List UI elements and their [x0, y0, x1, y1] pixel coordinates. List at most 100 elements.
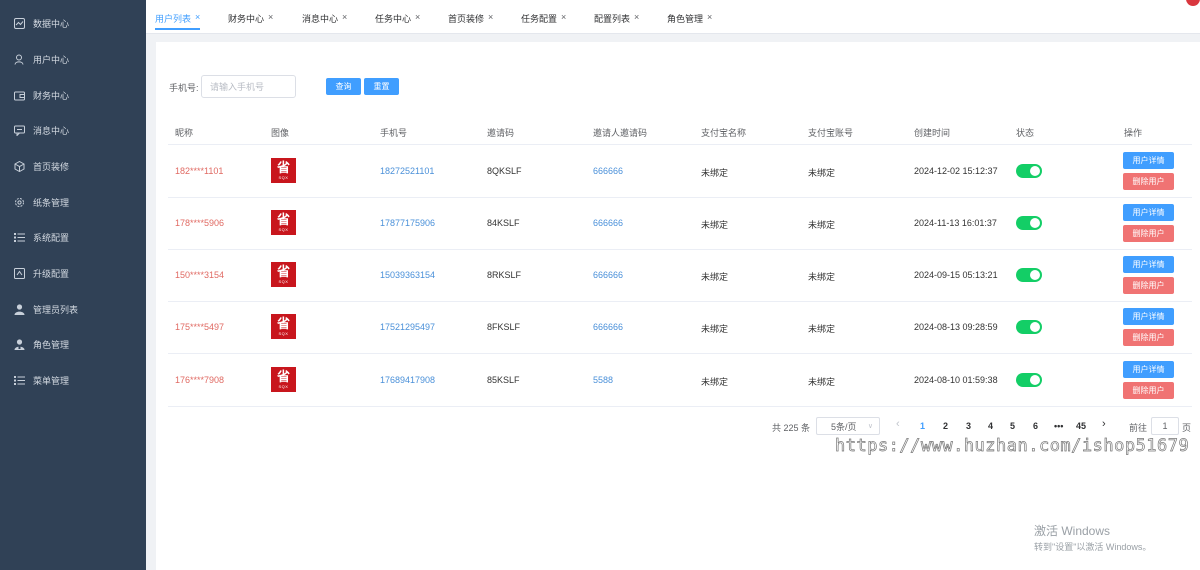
sidebar-item-4[interactable]: 首页装修	[0, 151, 146, 181]
user-detail-button[interactable]: 用户详情	[1123, 361, 1174, 378]
status-toggle[interactable]	[1016, 373, 1042, 387]
phone-link[interactable]: 17689417908	[380, 375, 435, 385]
phone-link[interactable]: 17521295497	[380, 322, 435, 332]
phone-link[interactable]: 15039363154	[380, 270, 435, 280]
alipay-name-cell: 未绑定	[701, 324, 729, 334]
reset-button[interactable]: 重置	[364, 78, 399, 95]
close-icon[interactable]: ×	[195, 12, 200, 22]
phone-filter-label: 手机号:	[169, 83, 199, 93]
tab-label: 消息中心	[302, 14, 339, 24]
tab-7[interactable]: 角色管理 ×	[667, 12, 712, 30]
page-size-value: 5条/页	[831, 421, 857, 432]
notification-dot[interactable]	[1186, 0, 1200, 6]
avatar-glyph: 省	[276, 212, 290, 228]
delete-user-button[interactable]: 删除用户	[1123, 329, 1174, 346]
status-toggle[interactable]	[1016, 268, 1042, 282]
page-number[interactable]: 3	[966, 421, 971, 431]
prev-page-button[interactable]: ‹	[896, 418, 900, 430]
sidebar-item-label: 首页装修	[33, 161, 70, 172]
user-detail-button[interactable]: 用户详情	[1123, 308, 1174, 325]
sidebar-item-9[interactable]: 角色管理	[0, 329, 146, 359]
avatar-caption: SQX	[278, 174, 289, 180]
page-number[interactable]: 6	[1033, 421, 1038, 431]
phone-search-input[interactable]	[201, 75, 296, 98]
phone-link[interactable]: 17877175906	[380, 218, 435, 228]
user-detail-button[interactable]: 用户详情	[1123, 256, 1174, 273]
delete-user-button[interactable]: 删除用户	[1123, 382, 1174, 399]
column-header: 创建时间	[914, 128, 951, 138]
row-divider	[168, 249, 1192, 250]
tab-label: 角色管理	[667, 14, 704, 24]
list-icon	[14, 232, 25, 243]
close-icon[interactable]: ×	[342, 12, 347, 22]
invite-code-cell: 85KSLF	[487, 375, 520, 385]
delete-user-button[interactable]: 删除用户	[1123, 173, 1174, 190]
page-number[interactable]: 1	[920, 421, 925, 431]
column-header: 邀请码	[487, 128, 515, 138]
status-toggle[interactable]	[1016, 164, 1042, 178]
main-panel	[156, 42, 1200, 570]
next-page-button[interactable]: ›	[1102, 418, 1106, 430]
inviter-code-link[interactable]: 5588	[593, 375, 613, 385]
search-button[interactable]: 查询	[326, 78, 361, 95]
inviter-code-link[interactable]: 666666	[593, 270, 623, 280]
status-toggle[interactable]	[1016, 216, 1042, 230]
sidebar-item-10[interactable]: 菜单管理	[0, 365, 146, 395]
sidebar-item-label: 纸条管理	[33, 197, 70, 208]
close-icon[interactable]: ×	[561, 12, 566, 22]
goto-page-input[interactable]	[1151, 417, 1179, 435]
tab-3[interactable]: 任务中心 ×	[375, 12, 420, 30]
tab-6[interactable]: 配置列表 ×	[594, 12, 639, 30]
page-size-select[interactable]: 5条/页 ∨	[816, 417, 880, 435]
sidebar-item-8[interactable]: 管理员列表	[0, 294, 146, 324]
chart-icon	[14, 17, 25, 29]
page-number[interactable]: 5	[1010, 421, 1015, 431]
avatar-caption: SQX	[278, 383, 289, 389]
sidebar-item-3[interactable]: 消息中心	[0, 115, 146, 145]
close-icon[interactable]: ×	[488, 12, 493, 22]
sidebar-item-7[interactable]: 升级配置	[0, 258, 146, 288]
column-header: 昵称	[175, 128, 194, 138]
sidebar-item-0[interactable]: 数据中心	[0, 8, 146, 38]
inviter-code-link[interactable]: 666666	[593, 166, 623, 176]
close-icon[interactable]: ×	[268, 12, 273, 22]
user-detail-button[interactable]: 用户详情	[1123, 152, 1174, 169]
inviter-code-link[interactable]: 666666	[593, 218, 623, 228]
sidebar-item-5[interactable]: 纸条管理	[0, 187, 146, 217]
phone-link[interactable]: 18272521101	[380, 166, 434, 176]
tab-0[interactable]: 用户列表 ×	[155, 12, 201, 30]
delete-user-button[interactable]: 删除用户	[1123, 277, 1174, 294]
tab-2[interactable]: 消息中心 ×	[302, 12, 347, 30]
sidebar-item-2[interactable]: 财务中心	[0, 80, 146, 110]
avatar-caption: SQX	[278, 330, 289, 336]
sidebar-item-6[interactable]: 系统配置	[0, 222, 146, 252]
invite-code-cell: 84KSLF	[487, 218, 520, 228]
close-icon[interactable]: ×	[415, 12, 420, 22]
row-divider	[168, 301, 1192, 302]
avatar: 省 SQX	[271, 314, 296, 339]
close-icon[interactable]: ×	[634, 12, 639, 22]
nickname-cell: 182****1101	[175, 166, 224, 176]
sidebar-item-1[interactable]: 用户中心	[0, 44, 146, 74]
nickname-cell: 176****7908	[175, 375, 225, 385]
status-toggle[interactable]	[1016, 320, 1042, 334]
sidebar-item-label: 用户中心	[33, 54, 70, 65]
page-number[interactable]: 4	[988, 421, 993, 431]
alipay-name-cell: 未绑定	[701, 168, 729, 178]
created-time-cell: 2024-08-10 01:59:38	[914, 375, 998, 385]
page-number[interactable]: 2	[943, 421, 948, 431]
pagination-total: 共 225 条	[772, 423, 811, 433]
close-icon[interactable]: ×	[707, 12, 712, 22]
tab-5[interactable]: 任务配置 ×	[521, 12, 566, 30]
column-header: 状态	[1016, 128, 1035, 138]
page-number[interactable]: •••	[1054, 421, 1063, 431]
user-icon	[14, 54, 25, 65]
avatar-glyph: 省	[276, 160, 290, 176]
user-detail-button[interactable]: 用户详情	[1123, 204, 1174, 221]
delete-user-button[interactable]: 删除用户	[1123, 225, 1174, 242]
tab-4[interactable]: 首页装修 ×	[448, 12, 493, 30]
tab-1[interactable]: 财务中心 ×	[228, 12, 273, 30]
alipay-name-cell: 未绑定	[701, 220, 729, 230]
inviter-code-link[interactable]: 666666	[593, 322, 623, 332]
page-number[interactable]: 45	[1076, 421, 1086, 431]
